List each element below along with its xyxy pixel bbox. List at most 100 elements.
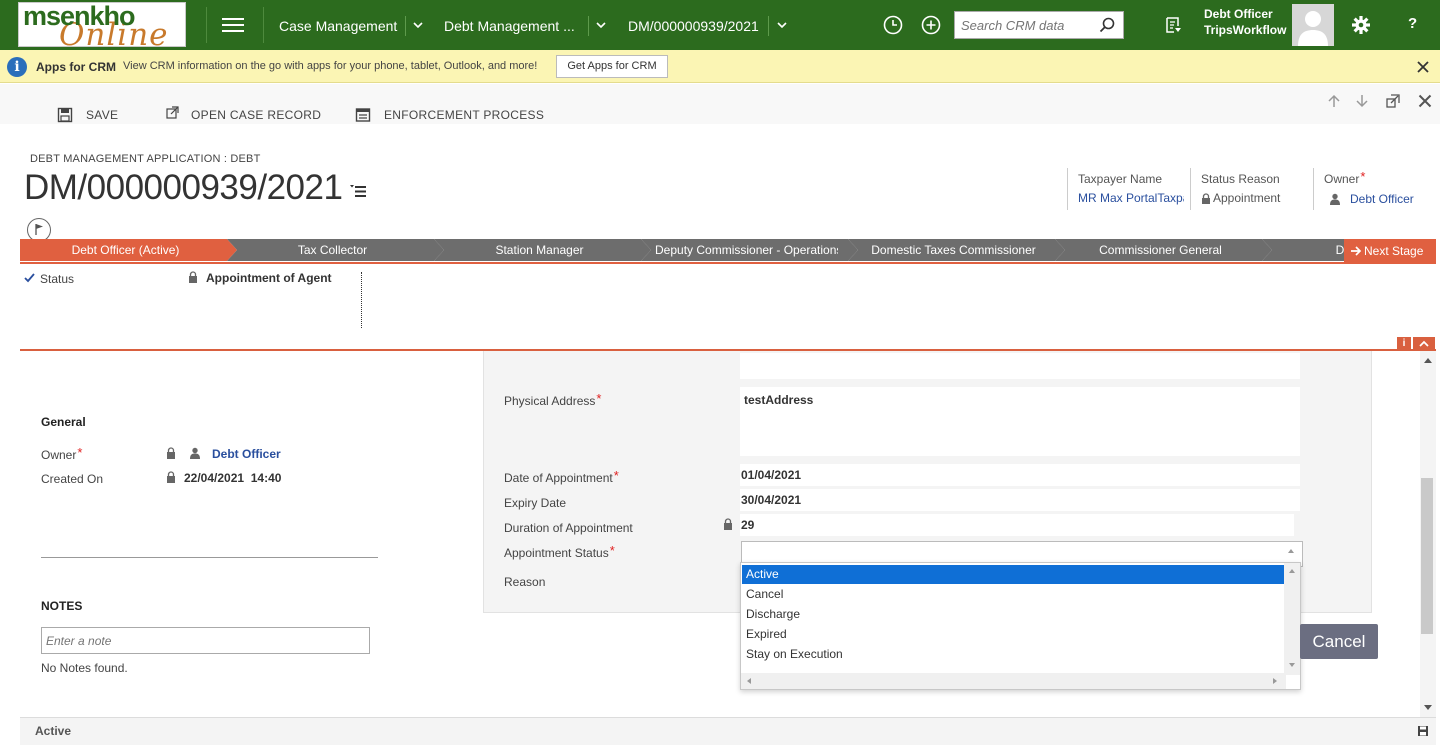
lock-icon: [166, 447, 176, 462]
appointment-status-options-list[interactable]: Active Cancel Discharge Expired Stay on …: [740, 562, 1301, 690]
physical-address-field[interactable]: testAddress: [740, 387, 1300, 456]
date-of-appointment-field[interactable]: 01/04/2021: [740, 464, 1300, 486]
status-option-discharge[interactable]: Discharge: [742, 605, 1284, 624]
chevron-down-icon[interactable]: [412, 14, 426, 34]
recent-items-clock-icon[interactable]: [882, 14, 904, 36]
nav-divider: [768, 16, 769, 36]
lock-icon: [723, 518, 733, 533]
open-record-icon[interactable]: [165, 105, 181, 121]
notes-heading: NOTES: [41, 599, 83, 613]
process-stage[interactable]: Debt Officer: [1262, 239, 1344, 261]
process-stage-label: Domestic Taxes Commissioner: [871, 243, 1036, 257]
general-section-heading: General: [41, 415, 86, 429]
owner-value-wrap: Debt Officer: [1324, 192, 1423, 206]
user-avatar[interactable]: [1292, 4, 1334, 46]
save-icon[interactable]: [57, 107, 73, 123]
scroll-up-arrow-icon[interactable]: [1286, 545, 1296, 559]
note-input[interactable]: [42, 628, 369, 653]
stage-underline: [20, 262, 1436, 264]
popout-icon[interactable]: [1386, 94, 1400, 108]
user-name: Debt Officer: [1204, 7, 1273, 21]
process-stage[interactable]: Deputy Commissioner - Operations: [641, 239, 858, 261]
nav-crumb-debt-management[interactable]: Debt Management ...: [444, 18, 575, 34]
apps-notification-bar: i Apps for CRM View CRM information on t…: [0, 50, 1440, 83]
required-asterisk: *: [77, 445, 83, 460]
expiry-date-value: 30/04/2021: [741, 493, 802, 507]
close-record-icon[interactable]: [1418, 94, 1432, 108]
logo-text: msenkho: [23, 2, 136, 31]
physical-address-label-text: Physical Address: [504, 394, 596, 408]
owner-link[interactable]: Debt Officer: [212, 447, 281, 461]
process-stage[interactable]: Commissioner General: [1055, 239, 1272, 261]
hamburger-menu-icon[interactable]: [222, 14, 246, 34]
help-icon[interactable]: ?: [1408, 15, 1417, 32]
next-stage-button[interactable]: Next Stage: [1344, 239, 1436, 263]
settings-gear-icon[interactable]: [1351, 15, 1373, 37]
enforcement-process-button[interactable]: ENFORCEMENT PROCESS: [384, 108, 544, 122]
owner-label-text: Owner: [1324, 172, 1360, 186]
status-footer: Active: [20, 717, 1436, 745]
status-option-active[interactable]: Active: [742, 565, 1284, 584]
physical-address-value: testAddress: [744, 393, 814, 407]
search-input[interactable]: [955, 12, 1095, 38]
created-on-value: 22/04/2021 14:40: [184, 471, 282, 485]
cancel-button[interactable]: Cancel: [1300, 624, 1378, 659]
user-organization: TripsWorkflow: [1204, 23, 1287, 37]
lock-icon: [1202, 192, 1210, 204]
created-on-label: Created On: [41, 472, 104, 486]
global-search-box[interactable]: [954, 11, 1124, 39]
create-new-plus-icon[interactable]: [920, 14, 942, 36]
dropdown-vertical-scrollbar[interactable]: [1284, 563, 1300, 675]
open-case-record-button[interactable]: OPEN CASE RECORD: [191, 108, 321, 122]
scrollbar-thumb[interactable]: [1421, 478, 1433, 634]
owner-label-text: Owner: [41, 448, 77, 462]
process-stage-label: Debt Officer: [1335, 243, 1344, 257]
section-divider: [41, 557, 378, 558]
status-option-expired[interactable]: Expired: [742, 625, 1284, 644]
appointment-status-label: Appointment Status*: [504, 543, 615, 561]
record-status: Active: [35, 724, 72, 738]
record-title: DM/000000939/2021: [24, 168, 343, 207]
header-field-label: Status Reason: [1201, 172, 1280, 186]
top-navigation-bar: Online msenkho Case Management Debt Mana…: [0, 0, 1440, 50]
arrow-down-icon[interactable]: [1355, 94, 1369, 108]
advanced-find-icon[interactable]: [1164, 15, 1186, 37]
msenkho-logo[interactable]: Online msenkho: [18, 2, 186, 47]
reason-label: Reason: [504, 575, 546, 589]
taxpayer-name-link[interactable]: MR Max PortalTaxpayer: [1078, 191, 1184, 205]
nav-crumb-record[interactable]: DM/000000939/2021: [628, 18, 759, 34]
dropdown-horizontal-scrollbar[interactable]: [741, 673, 1286, 689]
process-stage[interactable]: Tax Collector: [227, 239, 444, 261]
process-stage-label: Station Manager: [495, 243, 584, 257]
date-of-appointment-value: 01/04/2021: [741, 468, 802, 482]
nav-divider: [263, 7, 264, 43]
status-option-cancel[interactable]: Cancel: [742, 585, 1284, 604]
close-icon[interactable]: [1416, 56, 1432, 76]
duration-of-appointment-label: Duration of Appointment: [504, 521, 633, 535]
previous-field-value[interactable]: [740, 353, 1300, 379]
arrow-up-icon[interactable]: [1327, 94, 1341, 108]
status-option-stay-on-execution[interactable]: Stay on Execution: [742, 645, 1284, 664]
chevron-down-icon[interactable]: [595, 14, 609, 34]
process-stage[interactable]: Debt Officer (Active): [20, 239, 237, 261]
note-input-box[interactable]: [41, 627, 370, 654]
form-selector-menu-icon[interactable]: [350, 184, 366, 198]
chevron-down-icon[interactable]: [776, 14, 790, 34]
process-stage[interactable]: Domestic Taxes Commissioner: [848, 239, 1065, 261]
nav-crumb-case-management[interactable]: Case Management: [279, 18, 397, 34]
stage-field-divider: [361, 272, 362, 328]
get-apps-button[interactable]: Get Apps for CRM: [556, 55, 668, 78]
save-button[interactable]: SAVE: [86, 108, 118, 122]
enforcement-process-icon[interactable]: [355, 107, 371, 123]
process-stage-label: Tax Collector: [297, 243, 368, 257]
info-icon: i: [7, 57, 27, 77]
owner-link[interactable]: Debt Officer: [1350, 192, 1414, 206]
process-stage[interactable]: Station Manager: [434, 239, 651, 261]
save-icon[interactable]: [1417, 725, 1429, 740]
user-info[interactable]: Debt Officer TripsWorkflow: [1204, 6, 1286, 38]
lock-icon: [166, 471, 176, 486]
next-stage-label: Next Stage: [1364, 244, 1424, 258]
search-icon[interactable]: [1099, 17, 1115, 36]
process-stage-bar: Debt Officer (Active) Tax Collector Statio…: [20, 239, 1344, 261]
expiry-date-field[interactable]: 30/04/2021: [740, 489, 1300, 511]
